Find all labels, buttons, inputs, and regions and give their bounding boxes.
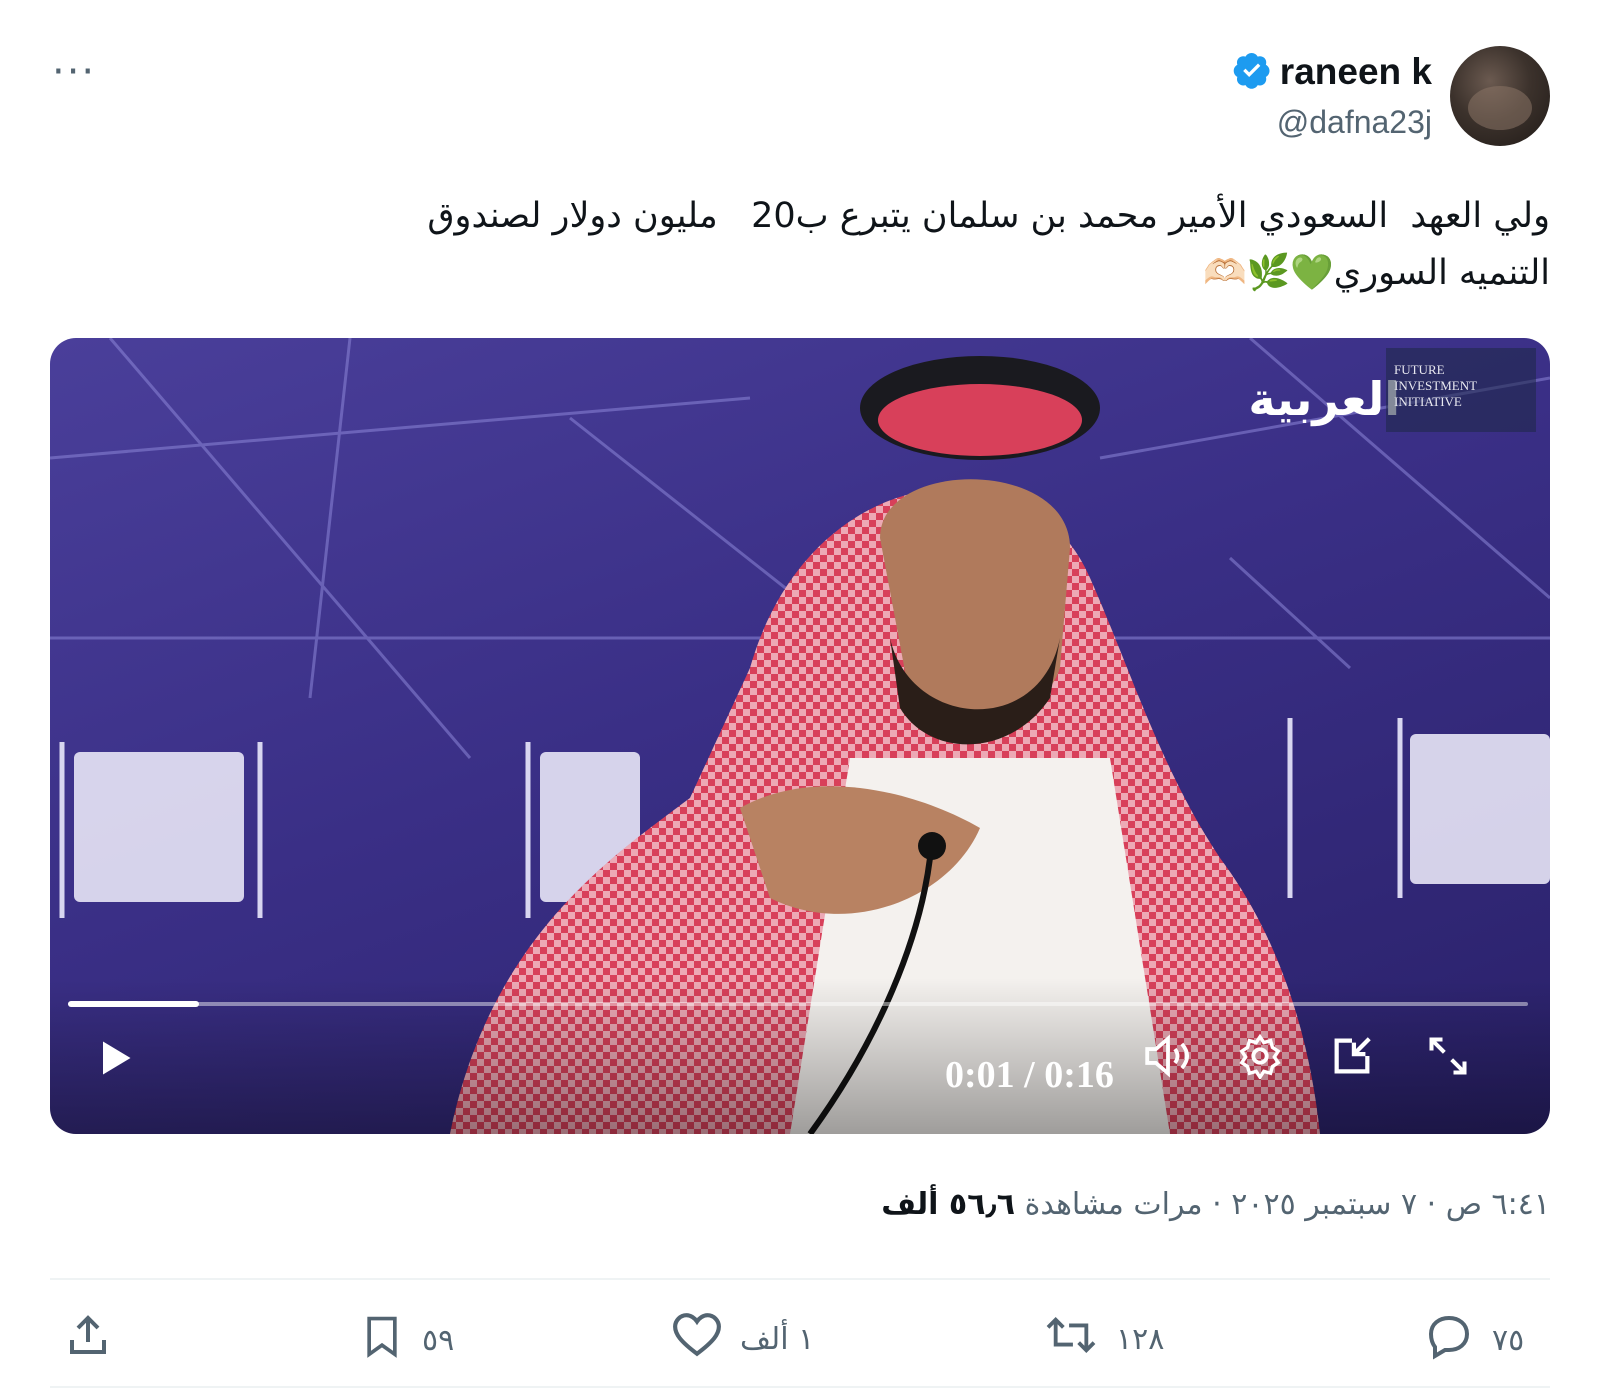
tweet-meta: ٦:٤١ ص · ٧ سبتمبر ٢٠٢٥ · مرات مشاهدة ٥٦٫… <box>881 1187 1550 1222</box>
share-icon <box>64 1312 112 1368</box>
author-handle[interactable]: @dafna23j <box>1277 104 1432 141</box>
repost-count: ١٢٨ <box>1116 1321 1165 1357</box>
volume-icon[interactable] <box>1138 1026 1198 1086</box>
views-count: ٥٦٫٦ ألف <box>881 1187 1016 1222</box>
meta-separator: · <box>1212 1187 1222 1222</box>
reply-button[interactable]: ٧٥ <box>1424 1312 1524 1368</box>
broadcaster-logo: العربية <box>1248 372 1400 426</box>
meta-separator: · <box>1426 1187 1437 1222</box>
bookmark-button[interactable]: ٥٩ <box>360 1312 454 1368</box>
tweet-text-line-2: التنميه السوري💚🌿🫶🏻 <box>1203 253 1550 293</box>
tweet-time[interactable]: ٦:٤١ ص <box>1446 1187 1550 1222</box>
tweet-text: ولي العهد السعودي الأمير محمد بن سلمان ي… <box>100 188 1550 302</box>
author-name[interactable]: raneen k <box>1280 51 1432 93</box>
tweet-text-line-1: ولي العهد السعودي الأمير محمد بن سلمان ي… <box>427 196 1550 236</box>
fullscreen-icon[interactable] <box>1418 1026 1478 1086</box>
reply-icon <box>1424 1312 1474 1368</box>
views-label: مرات مشاهدة <box>1024 1187 1203 1222</box>
video-time: 0:01 / 0:16 <box>945 1054 1114 1096</box>
share-button[interactable] <box>64 1312 112 1368</box>
settings-gear-icon[interactable] <box>1230 1026 1290 1086</box>
event-badge: FUTURE INVESTMENT INITIATIVE <box>1386 348 1536 432</box>
progress-fill[interactable] <box>68 1001 199 1007</box>
bookmark-count: ٥٩ <box>422 1322 455 1358</box>
verified-badge-icon <box>1232 50 1272 94</box>
avatar[interactable] <box>1450 46 1550 146</box>
heart-icon <box>672 1312 722 1366</box>
video-player[interactable]: العربية FUTURE INVESTMENT INITIATIVE 0:0… <box>50 338 1550 1134</box>
divider <box>50 1386 1550 1388</box>
repost-button[interactable]: ١٢٨ <box>1044 1312 1164 1366</box>
play-icon[interactable] <box>84 1028 144 1088</box>
progress-track[interactable] <box>68 1002 1528 1006</box>
divider <box>50 1278 1550 1280</box>
repost-icon <box>1044 1312 1098 1366</box>
picture-in-picture-icon[interactable] <box>1322 1026 1382 1086</box>
reply-count: ٧٥ <box>1492 1322 1525 1358</box>
like-count: ١ ألف <box>740 1321 815 1357</box>
tweet-date[interactable]: ٧ سبتمبر ٢٠٢٥ <box>1231 1187 1417 1222</box>
bookmark-icon <box>360 1312 404 1368</box>
like-button[interactable]: ١ ألف <box>672 1312 814 1366</box>
more-options-button[interactable]: ··· <box>52 52 96 92</box>
author-name-row: raneen k <box>1232 50 1432 94</box>
